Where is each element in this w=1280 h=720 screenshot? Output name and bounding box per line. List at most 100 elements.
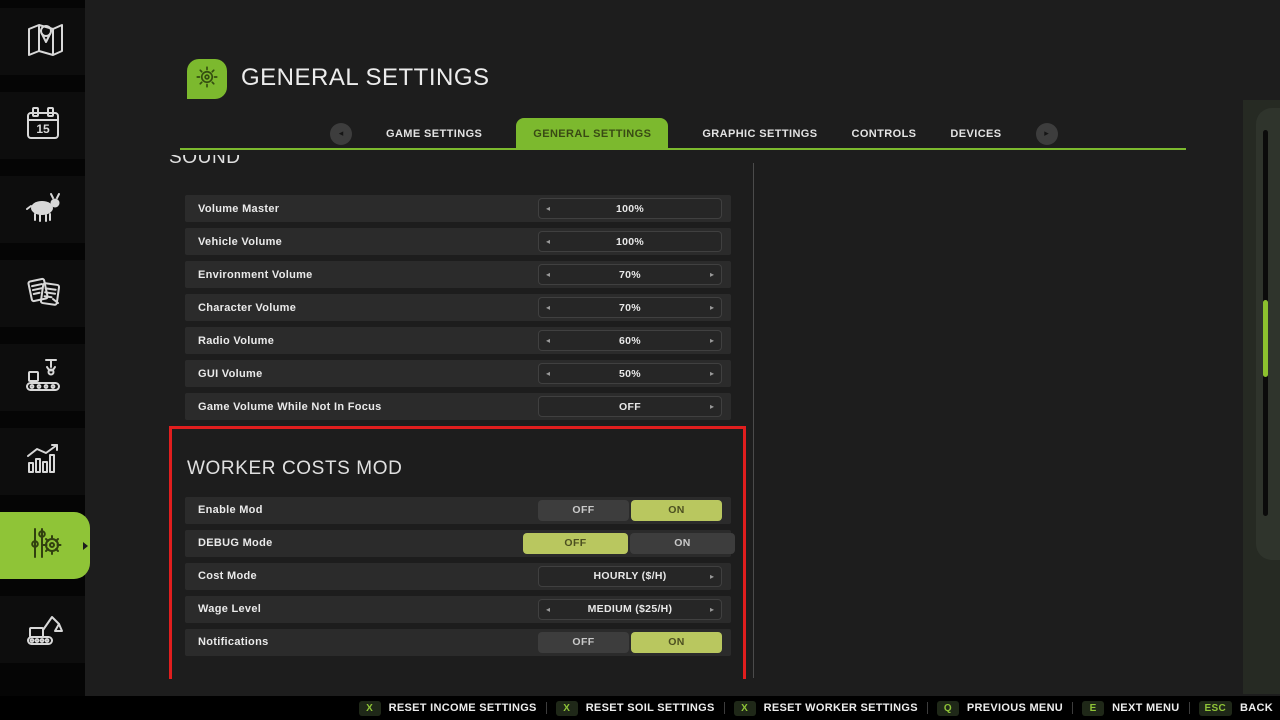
setting-row-cost-mode: Cost Mode ◂ HOURLY ($/H) ▸ [185, 563, 731, 590]
spinner-value: OFF [619, 401, 641, 413]
toggle-off-button[interactable]: OFF [538, 632, 629, 653]
increase-arrow-icon[interactable]: ▸ [710, 331, 714, 350]
tab-graphic-settings[interactable]: GRAPHIC SETTINGS [702, 128, 817, 140]
tab-controls[interactable]: CONTROLS [852, 128, 917, 140]
toggle-off-button[interactable]: OFF [538, 500, 629, 521]
statistics-icon [20, 436, 66, 487]
page-icon-tile [187, 59, 227, 99]
hotkey-label: PREVIOUS MENU [967, 702, 1063, 714]
toggle-on-button[interactable]: ON [631, 500, 722, 521]
increase-arrow-icon[interactable]: ▸ [710, 397, 714, 416]
reset-worker-settings-button[interactable]: X RESET WORKER SETTINGS [734, 701, 918, 716]
volume-master-spinner[interactable]: ◂ 100% ▸ [538, 198, 722, 219]
hotkey-label: NEXT MENU [1112, 702, 1179, 714]
cost-mode-spinner[interactable]: ◂ HOURLY ($/H) ▸ [538, 566, 722, 587]
spinner-value: 100% [616, 236, 644, 248]
tab-game-settings[interactable]: GAME SETTINGS [386, 128, 482, 140]
setting-row-gui-volume: GUI Volume ◂ 50% ▸ [185, 360, 731, 387]
general-settings-screen: 15 [0, 0, 1280, 720]
setting-row-game-volume-focus: Game Volume While Not In Focus ◂ OFF ▸ [185, 393, 731, 420]
sidebar-item-animals[interactable] [0, 176, 85, 243]
toggle-off-button[interactable]: OFF [523, 533, 628, 554]
setting-row-environment-volume: Environment Volume ◂ 70% ▸ [185, 261, 731, 288]
enable-mod-toggle: OFF ON [538, 500, 722, 521]
tabs-prev-button[interactable]: ◂ [330, 123, 352, 145]
key-badge-x: X [734, 701, 756, 716]
reset-income-settings-button[interactable]: X RESET INCOME SETTINGS [359, 701, 537, 716]
tab-bar: ◂ GAME SETTINGS GENERAL SETTINGS GRAPHIC… [330, 118, 1058, 150]
sidebar-item-construction[interactable] [0, 596, 85, 663]
radio-volume-spinner[interactable]: ◂ 60% ▸ [538, 330, 722, 351]
worker-mod-rows: Enable Mod OFF ON DEBUG Mode OFF ON Cost… [172, 497, 743, 656]
gear-icon [192, 62, 222, 97]
right-panel [1243, 100, 1280, 694]
spinner-value: MEDIUM ($25/H) [588, 603, 673, 615]
key-badge-x: X [359, 701, 381, 716]
next-menu-button[interactable]: E NEXT MENU [1082, 701, 1179, 716]
sidebar: 15 [0, 0, 85, 696]
production-icon [20, 352, 66, 403]
hotkey-label: RESET SOIL SETTINGS [586, 702, 715, 714]
sidebar-item-calendar[interactable]: 15 [0, 92, 85, 159]
worker-costs-mod-section: WORKER COSTS MOD Enable Mod OFF ON DEBUG… [169, 426, 746, 679]
toggle-on-button[interactable]: ON [631, 632, 722, 653]
back-button[interactable]: ESC BACK [1199, 701, 1273, 716]
row-label: Vehicle Volume [198, 236, 282, 248]
wage-level-spinner[interactable]: ◂ MEDIUM ($25/H) ▸ [538, 599, 722, 620]
setting-row-debug-mode: DEBUG Mode OFF ON [185, 530, 731, 557]
scrollbar-housing [1256, 108, 1280, 560]
row-label: DEBUG Mode [198, 537, 273, 549]
increase-arrow-icon[interactable]: ▸ [710, 600, 714, 619]
notifications-toggle: OFF ON [538, 632, 722, 653]
page-title: GENERAL SETTINGS [241, 64, 490, 92]
decrease-arrow-icon[interactable]: ◂ [546, 331, 550, 350]
row-label: Radio Volume [198, 335, 274, 347]
increase-arrow-icon[interactable]: ▸ [710, 364, 714, 383]
setting-row-character-volume: Character Volume ◂ 70% ▸ [185, 294, 731, 321]
reset-soil-settings-button[interactable]: X RESET SOIL SETTINGS [556, 701, 715, 716]
tab-devices[interactable]: DEVICES [950, 128, 1001, 140]
sidebar-item-map[interactable] [0, 8, 85, 75]
row-label: Character Volume [198, 302, 296, 314]
construction-icon [20, 604, 66, 655]
game-volume-focus-spinner[interactable]: ◂ OFF ▸ [538, 396, 722, 417]
sidebar-item-settings[interactable] [0, 512, 90, 579]
decrease-arrow-icon[interactable]: ◂ [546, 364, 550, 383]
animals-icon [20, 184, 66, 235]
tab-general-settings[interactable]: GENERAL SETTINGS [516, 118, 668, 150]
row-label: Wage Level [198, 603, 261, 615]
decrease-arrow-icon[interactable]: ◂ [546, 298, 550, 317]
increase-arrow-icon[interactable]: ▸ [710, 298, 714, 317]
key-badge-esc: ESC [1199, 701, 1232, 716]
decrease-arrow-icon[interactable]: ◂ [546, 199, 550, 218]
environment-volume-spinner[interactable]: ◂ 70% ▸ [538, 264, 722, 285]
gui-volume-spinner[interactable]: ◂ 50% ▸ [538, 363, 722, 384]
tabs-next-button[interactable]: ▸ [1036, 123, 1058, 145]
hotkey-label: RESET INCOME SETTINGS [389, 702, 537, 714]
scrollbar-thumb[interactable] [1263, 300, 1268, 377]
spinner-value: 100% [616, 203, 644, 215]
row-label: Environment Volume [198, 269, 313, 281]
decrease-arrow-icon[interactable]: ◂ [546, 265, 550, 284]
settings-scroll-area[interactable]: SOUND Volume Master ◂ 100% ▸ Vehicle Vol… [168, 155, 758, 679]
section-title-sound: SOUND [169, 155, 758, 170]
map-icon [20, 16, 66, 67]
spinner-value: HOURLY ($/H) [593, 570, 666, 582]
previous-menu-button[interactable]: Q PREVIOUS MENU [937, 701, 1063, 716]
key-badge-e: E [1082, 701, 1104, 716]
increase-arrow-icon[interactable]: ▸ [710, 567, 714, 586]
settings-icon [22, 520, 68, 571]
spinner-value: 70% [619, 269, 641, 281]
vehicle-volume-spinner[interactable]: ◂ 100% ▸ [538, 231, 722, 252]
setting-row-radio-volume: Radio Volume ◂ 60% ▸ [185, 327, 731, 354]
toggle-on-button[interactable]: ON [630, 533, 735, 554]
sidebar-item-production[interactable] [0, 344, 85, 411]
decrease-arrow-icon[interactable]: ◂ [546, 600, 550, 619]
increase-arrow-icon[interactable]: ▸ [710, 265, 714, 284]
character-volume-spinner[interactable]: ◂ 70% ▸ [538, 297, 722, 318]
decrease-arrow-icon[interactable]: ◂ [546, 232, 550, 251]
content-scrollbar-track [753, 163, 754, 678]
sidebar-item-statistics[interactable] [0, 428, 85, 495]
setting-row-enable-mod: Enable Mod OFF ON [185, 497, 731, 524]
sidebar-item-contracts[interactable] [0, 260, 85, 327]
